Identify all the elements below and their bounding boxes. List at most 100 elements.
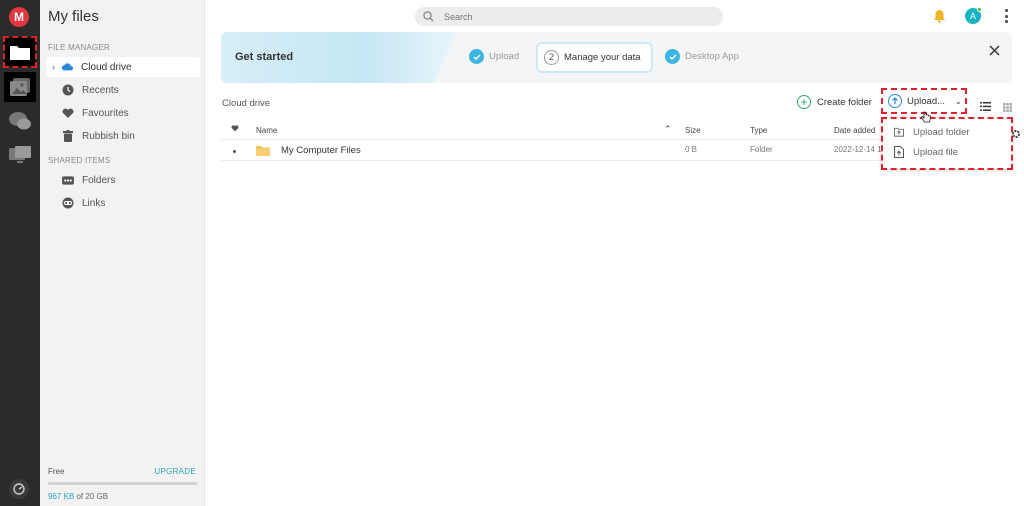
avatar[interactable]: A <box>965 7 982 24</box>
sidebar-item-cloud-drive[interactable]: › Cloud drive <box>46 57 200 77</box>
upgrade-link[interactable]: UPGRADE <box>154 467 196 476</box>
storage-bar <box>48 482 197 485</box>
cloud-icon <box>61 61 73 73</box>
heart-icon <box>62 107 74 119</box>
bell-icon <box>934 10 945 23</box>
search-bar[interactable] <box>415 7 723 26</box>
name-column-header[interactable]: Name <box>256 126 277 135</box>
trash-icon <box>62 130 74 142</box>
close-banner-button[interactable] <box>989 43 1000 61</box>
menu-item-upload-folder[interactable]: Upload folder <box>894 126 970 138</box>
row-bullet <box>233 150 236 153</box>
file-name: My Computer Files <box>281 145 361 156</box>
onboarding-banner: Get started Upload 2 Manage your data De… <box>221 32 1012 83</box>
kebab-dot <box>1004 14 1008 18</box>
dashboard-icon <box>13 483 25 495</box>
rail-photos-button[interactable] <box>4 72 36 102</box>
upload-label: Upload... <box>907 95 946 107</box>
upload-arrow-icon <box>888 94 902 108</box>
upload-folder-icon <box>894 127 904 137</box>
plus-circle-icon: + <box>797 95 811 109</box>
banner-title: Get started <box>235 51 294 63</box>
notifications-button[interactable] <box>933 9 946 28</box>
hand-cursor-icon <box>920 110 931 128</box>
favourite-column-header[interactable] <box>231 125 239 134</box>
shared-folders-icon <box>62 174 74 186</box>
search-input[interactable] <box>444 11 704 22</box>
kebab-dot <box>1004 9 1008 12</box>
sidebar-item-label: Recents <box>82 84 119 96</box>
upload-file-icon <box>894 146 904 158</box>
more-menu-button[interactable] <box>1002 9 1010 23</box>
file-manager-heading: FILE MANAGER <box>48 43 110 52</box>
shared-items-heading: SHARED ITEMS <box>48 156 111 165</box>
folder-icon <box>10 46 30 60</box>
check-circle-icon <box>665 49 680 64</box>
storage-total: of 20 GB <box>74 492 109 501</box>
column-settings-button[interactable] <box>1011 126 1021 144</box>
image-icon <box>10 78 30 96</box>
storage-usage: 967 KB of 20 GB <box>48 492 108 501</box>
step-manage-data[interactable]: 2 Manage your data <box>536 42 653 73</box>
rail-backups-button[interactable] <box>4 140 36 170</box>
page-title: My files <box>48 8 99 25</box>
menu-item-upload-file[interactable]: Upload file <box>894 146 958 158</box>
breadcrumb[interactable]: Cloud drive <box>222 98 270 109</box>
kebab-dot <box>1004 20 1008 23</box>
clock-icon <box>62 84 74 96</box>
sidebar-item-recents[interactable]: Recents <box>46 80 200 100</box>
date-column-header[interactable]: Date added <box>834 126 875 135</box>
menu-item-label: Upload folder <box>913 126 970 138</box>
grid-view-button[interactable] <box>1003 99 1012 117</box>
file-size: 0 B <box>685 145 698 154</box>
app-rail: M <box>0 0 40 506</box>
menu-item-label: Upload file <box>913 146 958 158</box>
folder-icon <box>256 145 270 158</box>
rail-cloud-drive-button[interactable] <box>3 36 37 68</box>
type-column-header[interactable]: Type <box>750 126 767 135</box>
sort-ascending-icon[interactable]: ⌃ <box>664 124 672 135</box>
upload-dropdown-menu: Upload folder Upload file <box>881 117 1013 170</box>
chevron-down-icon: ⌄ <box>955 96 962 106</box>
sidebar-item-label: Folders <box>82 174 116 186</box>
create-folder-button[interactable]: + Create folder <box>797 95 872 109</box>
rail-chat-button[interactable] <box>4 106 36 136</box>
sidebar-item-label: Cloud drive <box>81 61 132 73</box>
step-label: Upload <box>489 51 520 62</box>
grid-view-icon <box>1003 103 1012 112</box>
list-view-button[interactable] <box>980 98 991 116</box>
gear-icon <box>1012 130 1020 138</box>
sidebar-item-folders[interactable]: Folders <box>46 170 200 190</box>
close-icon <box>989 45 1000 56</box>
list-view-icon <box>980 102 991 111</box>
heart-icon <box>231 125 239 132</box>
check-circle-icon <box>469 49 484 64</box>
avatar-letter: A <box>969 11 976 21</box>
file-date: 2022-12-14 1 <box>834 145 882 154</box>
step-label: Manage your data <box>564 52 641 63</box>
sidebar-item-label: Favourites <box>82 107 129 119</box>
link-icon <box>62 197 74 209</box>
sidebar-item-label: Links <box>82 197 106 209</box>
size-column-header[interactable]: Size <box>685 126 701 135</box>
step-upload[interactable]: Upload <box>469 49 519 64</box>
sidebar-item-label: Rubbish bin <box>82 130 135 142</box>
mega-logo[interactable]: M <box>9 7 29 27</box>
online-status-dot <box>977 7 982 12</box>
step-label: Desktop App <box>685 51 739 62</box>
create-folder-label: Create folder <box>817 96 872 108</box>
sidebar: My files FILE MANAGER › Cloud drive Rece… <box>40 0 205 506</box>
storage-used: 967 KB <box>48 492 75 501</box>
file-type: Folder <box>750 145 773 154</box>
sidebar-item-favourites[interactable]: Favourites <box>46 103 200 123</box>
chevron-right-icon: › <box>52 62 55 72</box>
chat-icon <box>9 112 31 130</box>
plan-label: Free <box>48 467 65 476</box>
step-desktop-app[interactable]: Desktop App <box>665 49 739 64</box>
monitor-icon <box>9 146 31 163</box>
step-number: 2 <box>544 50 559 65</box>
search-icon <box>423 11 434 22</box>
sidebar-item-rubbish-bin[interactable]: Rubbish bin <box>46 126 200 146</box>
sidebar-item-links[interactable]: Links <box>46 193 200 213</box>
rail-settings-button[interactable] <box>9 479 29 499</box>
